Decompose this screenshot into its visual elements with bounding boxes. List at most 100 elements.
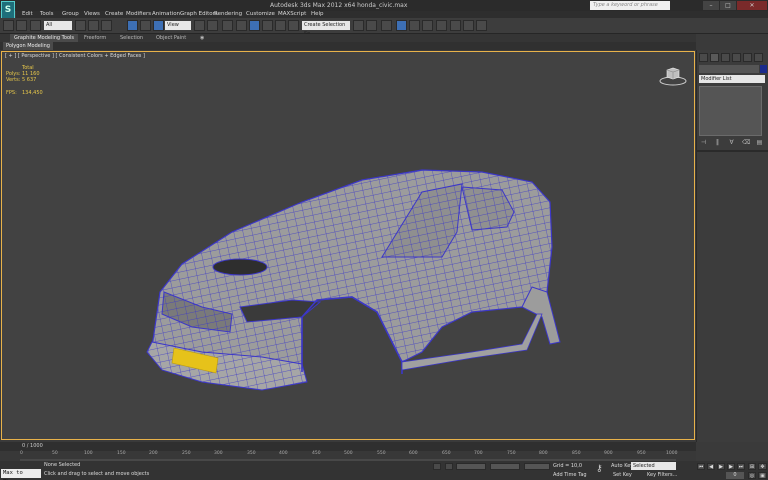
snaps-toggle-icon[interactable]	[236, 20, 247, 31]
maximize-viewport-icon[interactable]: ▣	[758, 472, 767, 479]
next-frame-icon[interactable]: ▶	[727, 463, 735, 470]
select-by-name-icon[interactable]	[88, 20, 99, 31]
create-tab-icon[interactable]	[699, 53, 708, 62]
menu-create[interactable]: Create	[105, 11, 123, 18]
display-tab-icon[interactable]	[743, 53, 752, 62]
reference-coord-dropdown[interactable]: View	[165, 21, 191, 30]
pin-stack-icon[interactable]: ⊣	[700, 139, 707, 146]
selection-filter-dropdown[interactable]: All	[44, 21, 72, 30]
link-icon[interactable]	[30, 20, 41, 31]
minimize-button[interactable]: –	[703, 1, 719, 10]
align-icon[interactable]	[366, 20, 377, 31]
angle-snap-icon[interactable]	[249, 20, 260, 31]
pan-view-icon[interactable]: ✥	[758, 463, 767, 470]
key-filters-button[interactable]: Key Filters...	[647, 472, 677, 478]
modifier-list-dropdown[interactable]: Modifier List	[699, 75, 765, 83]
tick-label: 400	[279, 451, 288, 456]
app-logo-icon[interactable]: S	[1, 1, 15, 19]
percent-snap-icon[interactable]	[262, 20, 273, 31]
search-input[interactable]: Type a keyword or phrase	[590, 1, 670, 10]
material-editor-icon[interactable]	[436, 20, 447, 31]
schematic-view-icon[interactable]	[422, 20, 433, 31]
polygon-modeling-panel[interactable]: Polygon Modeling	[3, 42, 53, 50]
orbit-icon[interactable]: ◎	[748, 472, 756, 479]
key-mode-dropdown[interactable]: Selected	[631, 462, 676, 470]
ribbon-options-icon[interactable]: ◉	[196, 34, 208, 42]
maximize-button[interactable]: □	[720, 1, 736, 10]
zoom-extents-icon[interactable]: ⊞	[748, 463, 756, 470]
command-panel: Modifier List ⊣ ‖ ∀ ⌫ ▤	[696, 50, 768, 442]
track-bar[interactable]: 0 50 100 150 200 250 300 350 400 450 500…	[0, 451, 696, 461]
keyboard-shortcut-icon[interactable]	[222, 20, 233, 31]
make-unique-icon[interactable]: ∀	[728, 139, 735, 146]
menu-group[interactable]: Group	[62, 11, 79, 18]
tab-graphite-modeling-tools[interactable]: Graphite Modeling Tools	[10, 34, 79, 42]
select-move-icon[interactable]	[127, 20, 138, 31]
perspective-viewport[interactable]: [ + ] [ Perspective ] [ Consistent Color…	[1, 51, 695, 440]
time-slider[interactable]	[0, 442, 696, 451]
go-to-start-icon[interactable]: ⏮	[697, 463, 705, 470]
pivot-center-icon[interactable]	[194, 20, 205, 31]
select-object-icon[interactable]	[75, 20, 86, 31]
play-icon[interactable]: ▶	[717, 463, 725, 470]
viewcube-icon[interactable]	[659, 66, 687, 86]
modify-tab-icon[interactable]	[710, 53, 719, 62]
menu-tools[interactable]: Tools	[40, 11, 54, 18]
configure-sets-icon[interactable]: ▤	[756, 139, 763, 146]
rect-selection-icon[interactable]	[101, 20, 112, 31]
menu-graph-editors[interactable]: Graph Editors	[180, 11, 218, 18]
tab-freeform[interactable]: Freeform	[80, 34, 110, 42]
current-frame-field[interactable]: 0	[726, 472, 744, 479]
rendered-frame-icon[interactable]	[463, 20, 474, 31]
menu-maxscript[interactable]: MAXScript	[278, 11, 306, 18]
graphite-toggle-icon[interactable]	[396, 20, 407, 31]
show-end-result-icon[interactable]: ‖	[714, 139, 721, 146]
undo-icon[interactable]	[3, 20, 14, 31]
set-key-button[interactable]: Set Key	[613, 472, 632, 478]
layer-manager-icon[interactable]	[381, 20, 392, 31]
hierarchy-tab-icon[interactable]	[721, 53, 730, 62]
object-color-swatch[interactable]	[760, 65, 767, 73]
select-scale-icon[interactable]	[153, 20, 164, 31]
go-to-end-icon[interactable]: ⏭	[737, 463, 745, 470]
previous-frame-icon[interactable]: ◀	[707, 463, 715, 470]
select-rotate-icon[interactable]	[140, 20, 151, 31]
car-wireframe-model[interactable]	[2, 52, 695, 440]
redo-icon[interactable]	[16, 20, 27, 31]
menu-modifiers[interactable]: Modifiers	[126, 11, 151, 18]
tab-selection[interactable]: Selection	[116, 34, 147, 42]
menu-rendering[interactable]: Rendering	[214, 11, 242, 18]
menu-views[interactable]: Views	[84, 11, 100, 18]
render-production-icon[interactable]	[476, 20, 487, 31]
x-coordinate-field[interactable]	[456, 463, 486, 470]
absolute-mode-icon[interactable]	[445, 463, 453, 470]
edit-named-selection-icon[interactable]	[288, 20, 299, 31]
tick-label: 200	[149, 451, 158, 456]
spinner-snap-icon[interactable]	[275, 20, 286, 31]
tick-label: 1000	[666, 451, 678, 456]
add-time-tag[interactable]: Add Time Tag	[553, 472, 587, 478]
utilities-tab-icon[interactable]	[754, 53, 763, 62]
modifier-stack[interactable]	[699, 86, 762, 136]
mirror-icon[interactable]	[353, 20, 364, 31]
key-icon[interactable]: ⚷	[596, 464, 608, 476]
object-name-field[interactable]	[699, 65, 759, 73]
render-setup-icon[interactable]	[450, 20, 461, 31]
menu-animation[interactable]: Animation	[152, 11, 180, 18]
menu-help[interactable]: Help	[311, 11, 324, 18]
menu-edit[interactable]: Edit	[22, 11, 33, 18]
remove-modifier-icon[interactable]: ⌫	[742, 139, 750, 146]
select-manipulate-icon[interactable]	[207, 20, 218, 31]
named-selection-dropdown[interactable]: Create Selection Se	[302, 21, 350, 37]
motion-tab-icon[interactable]	[732, 53, 741, 62]
ribbon-tab-bar: Graphite Modeling Tools Freeform Selecti…	[0, 34, 696, 42]
menu-customize[interactable]: Customize	[246, 11, 275, 18]
auto-key-button[interactable]: Auto Key	[611, 463, 633, 469]
maxscript-listener[interactable]: Max to Physc	[1, 469, 41, 480]
close-button[interactable]: ✕	[737, 1, 767, 10]
lock-selection-icon[interactable]	[433, 463, 441, 470]
curve-editor-icon[interactable]	[409, 20, 420, 31]
y-coordinate-field[interactable]	[490, 463, 520, 470]
z-coordinate-field[interactable]	[524, 463, 550, 470]
tab-object-paint[interactable]: Object Paint	[152, 34, 190, 42]
